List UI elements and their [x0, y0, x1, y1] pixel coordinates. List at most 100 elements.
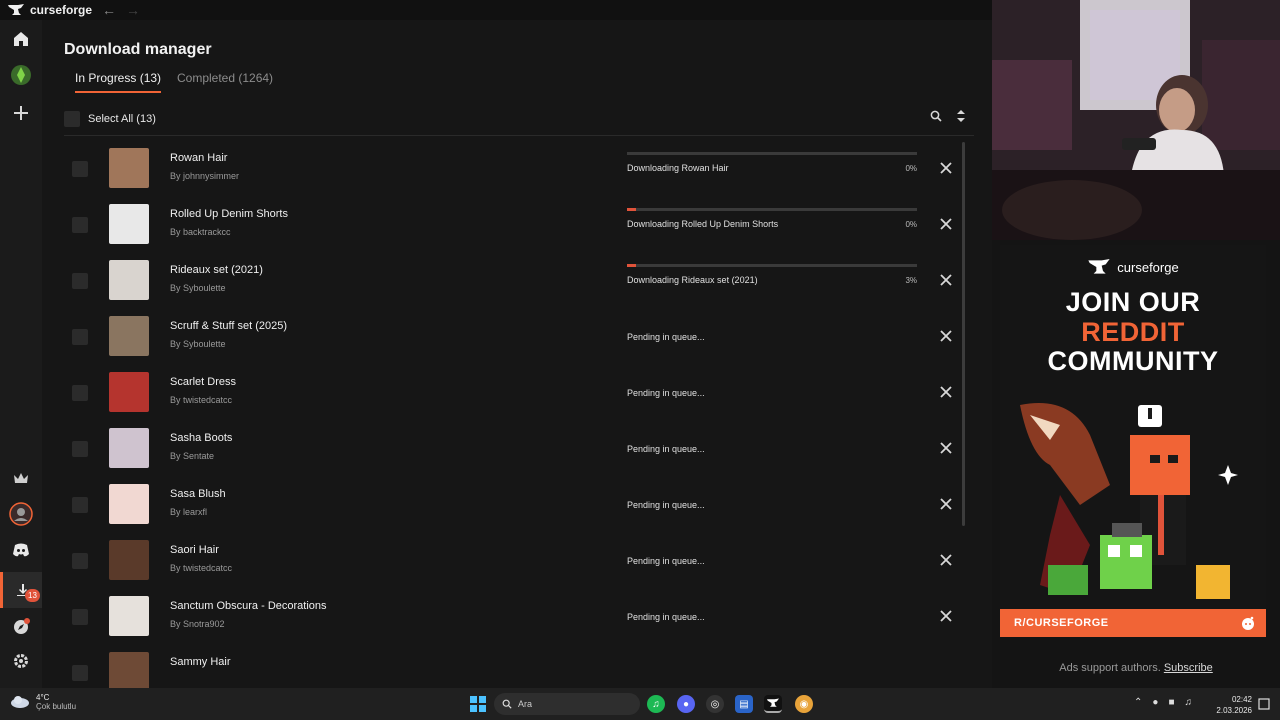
tab-completed[interactable]: Completed (1264) — [177, 71, 273, 91]
item-name[interactable]: Rideaux set (2021) — [170, 264, 263, 276]
list-item[interactable]: Sasa Blush By learxfl Pending in queue... — [64, 478, 964, 534]
item-name[interactable]: Sanctum Obscura - Decorations — [170, 600, 327, 612]
list-item[interactable]: Sasha Boots By Sentate Pending in queue... — [64, 422, 964, 478]
list-scrollbar[interactable] — [962, 142, 965, 526]
item-author[interactable]: By Sentate — [170, 451, 214, 461]
row-checkbox[interactable] — [72, 497, 88, 513]
item-name[interactable]: Rolled Up Denim Shorts — [170, 208, 288, 220]
cancel-download-icon[interactable] — [938, 216, 954, 232]
cancel-download-icon[interactable] — [938, 272, 954, 288]
row-checkbox[interactable] — [72, 217, 88, 233]
tab-in-progress[interactable]: In Progress (13) — [75, 71, 162, 93]
subscribe-link[interactable]: Subscribe — [1164, 662, 1213, 674]
sidebar: 13 — [0, 20, 42, 688]
reddit-icon — [1242, 616, 1254, 630]
microphone-icon[interactable]: ● — [1152, 697, 1158, 708]
list-item[interactable]: Scarlet Dress By twistedcatcc Pending in q… — [64, 366, 964, 422]
item-thumbnail — [109, 540, 149, 580]
item-author[interactable]: By Syboulette — [170, 339, 226, 349]
cloud-icon — [11, 696, 29, 708]
weather-temp: 4°C — [36, 693, 50, 702]
row-checkbox[interactable] — [72, 665, 88, 681]
compass-icon[interactable] — [0, 609, 42, 645]
item-author[interactable]: By Snotra902 — [170, 619, 225, 629]
item-thumbnail — [109, 596, 149, 636]
item-name[interactable]: Scarlet Dress — [170, 376, 236, 388]
item-author[interactable]: By learxfl — [170, 507, 207, 517]
item-name[interactable]: Sammy Hair — [170, 656, 231, 668]
item-name[interactable]: Scruff & Stuff set (2025) — [170, 320, 287, 332]
item-author[interactable]: By Syboulette — [170, 283, 226, 293]
item-name[interactable]: Sasa Blush — [170, 488, 226, 500]
progress-bar — [627, 208, 917, 211]
select-all-checkbox[interactable] — [64, 111, 80, 127]
cancel-download-icon[interactable] — [938, 384, 954, 400]
discord-icon[interactable]: ● — [677, 695, 695, 713]
back-arrow-icon[interactable]: ← — [102, 2, 116, 18]
item-author[interactable]: By backtrackcc — [170, 227, 231, 237]
item-name[interactable]: Rowan Hair — [170, 152, 227, 164]
sort-icon[interactable] — [956, 110, 966, 122]
list-item[interactable]: Sammy Hair — [64, 646, 964, 688]
cancel-download-icon[interactable] — [938, 496, 954, 512]
chrome-icon[interactable]: ◉ — [795, 695, 813, 713]
item-status: Downloading Rideaux set (2021) — [627, 275, 758, 285]
item-author[interactable]: By twistedcatcc — [170, 563, 232, 573]
row-checkbox[interactable] — [72, 273, 88, 289]
cancel-download-icon[interactable] — [938, 440, 954, 456]
discord-icon[interactable] — [0, 532, 42, 568]
item-status: Pending in queue... — [627, 388, 705, 398]
curseforge-app: curseforge ← → 13 Download manager In Pr… — [0, 0, 992, 688]
ad-footer[interactable]: R/CURSEFORGE — [1000, 609, 1266, 637]
list-item[interactable]: Sanctum Obscura - Decorations By Snotra90… — [64, 590, 964, 646]
search-icon — [502, 699, 512, 709]
spotify-icon[interactable]: ♫ — [647, 695, 665, 713]
gear-icon[interactable] — [0, 643, 42, 679]
item-author[interactable]: By johnnysimmer — [170, 171, 239, 181]
search-icon[interactable] — [930, 110, 942, 122]
item-name[interactable]: Saori Hair — [170, 544, 219, 556]
taskbar-clock[interactable]: 02:42 2.03.2026 — [1204, 694, 1252, 716]
notification-icon[interactable] — [1258, 698, 1270, 710]
volume-icon[interactable]: ♫ — [1184, 697, 1192, 708]
row-checkbox[interactable] — [72, 441, 88, 457]
cancel-download-icon[interactable] — [938, 608, 954, 624]
taskbar-search[interactable]: Ara — [494, 693, 640, 715]
item-name[interactable]: Sasha Boots — [170, 432, 232, 444]
download-icon[interactable]: 13 — [0, 572, 42, 608]
item-status: Pending in queue... — [627, 444, 705, 454]
curseforge-icon[interactable] — [764, 695, 782, 713]
windows-icon[interactable] — [469, 695, 487, 713]
forward-arrow-icon[interactable]: → — [126, 2, 140, 18]
chevron-up-icon[interactable]: ⌃ — [1134, 697, 1142, 708]
item-author[interactable]: By twistedcatcc — [170, 395, 232, 405]
cancel-download-icon[interactable] — [938, 552, 954, 568]
app-logo: curseforge — [8, 3, 92, 17]
cancel-download-icon[interactable] — [938, 328, 954, 344]
row-checkbox[interactable] — [72, 553, 88, 569]
avatar-icon[interactable] — [0, 496, 42, 532]
selection-bar: Select All (13) — [64, 106, 966, 132]
search-placeholder: Ara — [518, 699, 533, 709]
row-checkbox[interactable] — [72, 609, 88, 625]
plus-icon[interactable] — [0, 95, 42, 131]
item-percent: 0% — [905, 164, 917, 173]
cancel-download-icon[interactable] — [938, 160, 954, 176]
row-checkbox[interactable] — [72, 161, 88, 177]
crown-icon[interactable] — [0, 460, 42, 496]
list-item[interactable]: Rideaux set (2021) By Syboulette Downloadi… — [64, 254, 964, 310]
network-icon[interactable]: ■ — [1168, 697, 1174, 708]
notification-dot — [24, 618, 30, 624]
list-item[interactable]: Rowan Hair By johnnysimmer Downloading Row… — [64, 142, 964, 198]
files-icon[interactable]: ▤ — [735, 695, 753, 713]
chrome-canary-icon[interactable]: ◎ — [706, 695, 724, 713]
home-icon[interactable] — [0, 21, 42, 57]
list-item[interactable]: Scruff & Stuff set (2025) By Syboulette Pe… — [64, 310, 964, 366]
list-item[interactable]: Saori Hair By twistedcatcc Pending in queu… — [64, 534, 964, 590]
weather-widget[interactable]: 4°C Çok bulutlu — [10, 693, 76, 711]
row-checkbox[interactable] — [72, 385, 88, 401]
sims-plumbob-icon[interactable] — [0, 57, 42, 93]
ad-banner[interactable]: curseforge JOIN OUR REDDIT COMMUNITY R/C… — [1000, 245, 1266, 637]
row-checkbox[interactable] — [72, 329, 88, 345]
list-item[interactable]: Rolled Up Denim Shorts By backtrackcc Down… — [64, 198, 964, 254]
